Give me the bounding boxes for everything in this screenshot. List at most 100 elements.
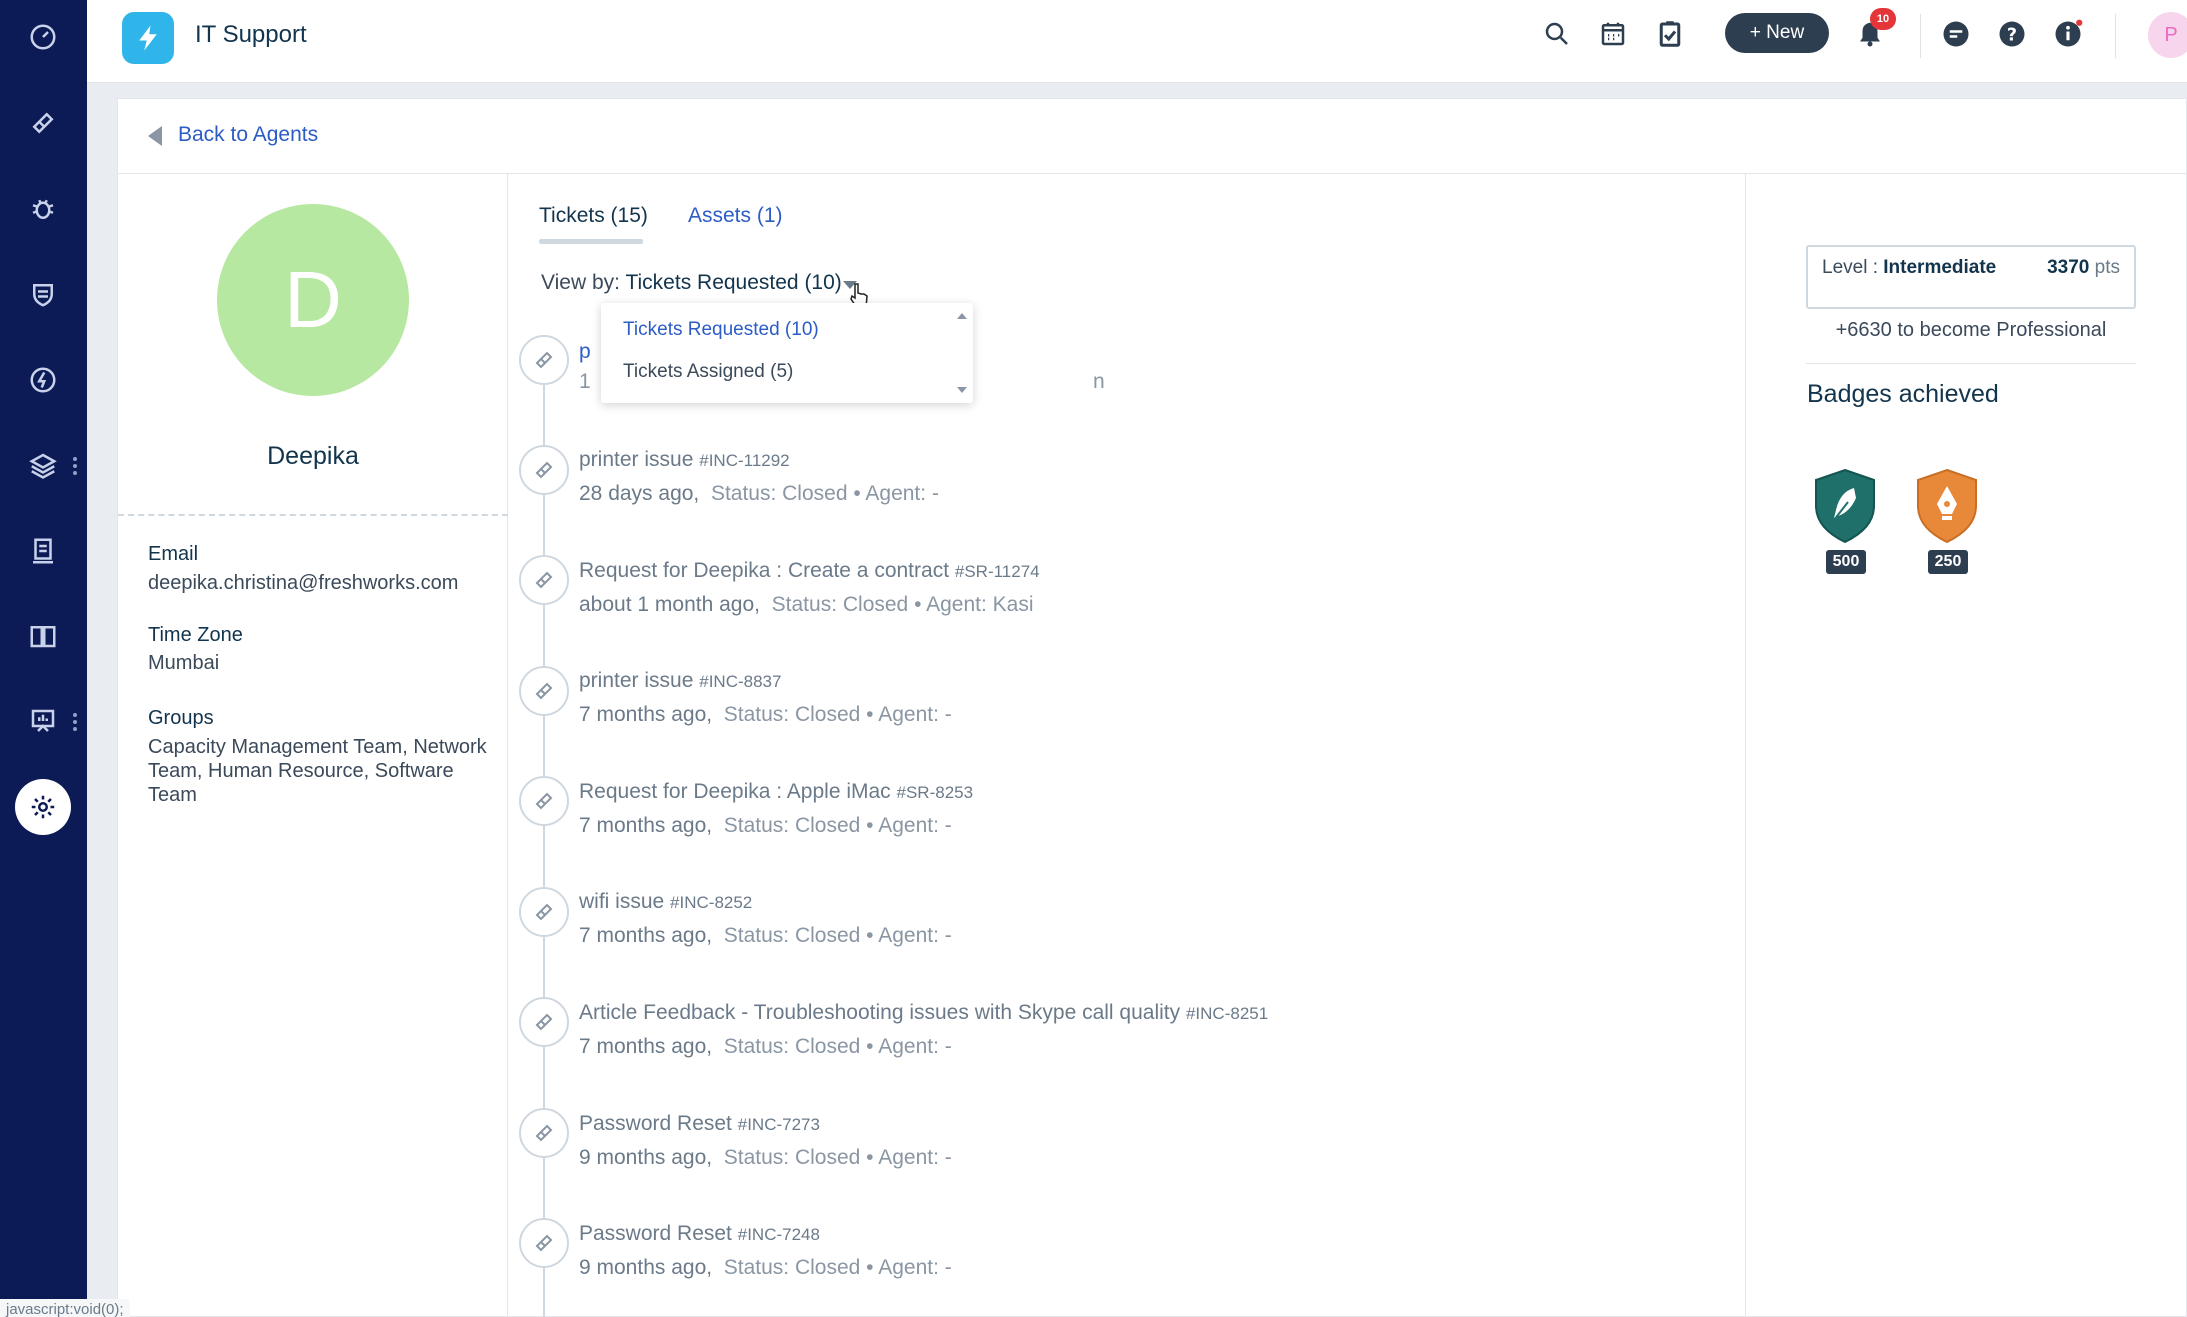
tab-tickets[interactable]: Tickets (15) — [539, 204, 648, 228]
ticket-number: #INC-8252 — [670, 893, 753, 912]
ticket-icon — [519, 555, 569, 605]
ticket-icon — [519, 776, 569, 826]
ticket-title[interactable]: Article Feedback - Troubleshooting issue… — [579, 1001, 1268, 1025]
ticket-title[interactable]: Request for Deepika : Apple iMac #SR-825… — [579, 780, 973, 804]
badge-points: 250 — [1928, 550, 1968, 574]
ticket-subject[interactable]: Article Feedback - Troubleshooting issue… — [579, 1001, 1180, 1024]
tickets-icon[interactable] — [22, 102, 64, 144]
main-panel: Back to Agents D Deepika Email deepika.c… — [117, 98, 2187, 1317]
ticket-title[interactable]: Password Reset #INC-7248 — [579, 1222, 820, 1246]
ticket-status: Status: Closed — [723, 814, 861, 837]
contract-icon[interactable] — [22, 530, 64, 572]
ticket-meta: 9 months ago, Status: Closed • Agent: - — [579, 1146, 952, 1169]
ticket-status: Status: Closed — [723, 1146, 861, 1169]
ticket-agent: Agent: Kasi — [926, 593, 1034, 616]
ticket-number: #INC-8251 — [1185, 1004, 1269, 1023]
new-button[interactable]: + New — [1725, 13, 1829, 53]
browser-status-bar: javascript:void(0); — [0, 1299, 130, 1317]
reports-icon[interactable] — [22, 700, 64, 742]
ticket-meta: about 1 month ago, Status: Closed • Agen… — [579, 593, 1034, 616]
points: 3370 pts — [2047, 257, 2120, 279]
ticket-subject[interactable]: Request for Deepika : Create a contract — [579, 559, 949, 582]
ticket-agent: Agent: - — [878, 1146, 952, 1169]
scroll-down-icon[interactable] — [957, 387, 967, 393]
dashboard-icon[interactable] — [22, 16, 64, 58]
back-row: Back to Agents — [118, 99, 2186, 174]
settings-gear-icon[interactable] — [15, 779, 71, 835]
ticket-subject[interactable]: Request for Deepika : Apple iMac — [579, 780, 891, 803]
ticket-age: 7 months ago, — [579, 703, 713, 726]
viewby-selector[interactable]: View by: Tickets Requested (10) — [541, 271, 842, 295]
ticket-subject[interactable]: printer issue — [579, 448, 693, 471]
ticket-agent: Agent: - — [878, 814, 952, 837]
ticket-title[interactable]: p — [579, 340, 591, 364]
bug-icon[interactable] — [22, 188, 64, 230]
timezone-value: Mumbai — [148, 652, 220, 674]
ticket-agent: Agent: - — [865, 482, 939, 505]
ticket-meta: 7 months ago, Status: Closed • Agent: - — [579, 703, 952, 726]
ticket-agent: Agent: - — [878, 1035, 952, 1058]
points-value: 3370 — [2047, 257, 2090, 278]
chat-icon[interactable] — [1938, 16, 1974, 52]
ticket-status: Status: Closed — [723, 1256, 861, 1279]
reports-more-icon[interactable] — [73, 711, 79, 731]
notification-badge: 10 — [1870, 8, 1896, 30]
back-to-agents-link[interactable]: Back to Agents — [178, 123, 318, 147]
timeline-line — [543, 374, 545, 1317]
changes-icon[interactable] — [22, 359, 64, 401]
ticket-meta: 7 months ago, Status: Closed • Agent: - — [579, 1035, 952, 1058]
viewby-label: View by: — [541, 271, 620, 294]
ticket-age: 9 months ago, — [579, 1256, 713, 1279]
todo-clipboard-icon[interactable] — [1652, 16, 1688, 52]
ticket-agent: Agent: - — [878, 703, 952, 726]
ticket-number: #SR-11274 — [954, 562, 1040, 581]
ticket-number: #SR-8253 — [896, 783, 974, 802]
ticket-title[interactable]: wifi issue #INC-8252 — [579, 890, 752, 914]
active-tab-indicator — [539, 239, 643, 244]
profile-column: D Deepika Email deepika.christina@freshw… — [118, 174, 508, 1317]
ticket-meta: 28 days ago, Status: Closed • Agent: - — [579, 482, 939, 505]
badge-pen[interactable]: 250 — [1912, 466, 1982, 576]
info-icon[interactable] — [2050, 16, 2086, 52]
ticket-subject[interactable]: Password Reset — [579, 1112, 732, 1135]
next-level-text: +6630 to become Professional — [1835, 319, 2107, 341]
divider — [1920, 14, 1921, 58]
ticket-title[interactable]: Password Reset #INC-7273 — [579, 1112, 820, 1136]
layers-icon[interactable] — [22, 444, 64, 486]
ticket-subject[interactable]: wifi issue — [579, 890, 664, 913]
gamification-column: Level : Intermediate 3370 pts +6630 to b… — [1746, 174, 2186, 1317]
left-nav — [0, 0, 87, 1317]
option-tickets-requested[interactable]: Tickets Requested (10) — [623, 319, 819, 341]
help-icon[interactable]: ? — [1994, 16, 2030, 52]
divider — [2115, 14, 2116, 58]
ticket-subject[interactable]: printer issue — [579, 669, 693, 692]
scroll-up-icon[interactable] — [957, 313, 967, 319]
ticket-age: 7 months ago, — [579, 1035, 713, 1058]
user-avatar[interactable]: P — [2148, 12, 2187, 58]
ticket-meta: 9 months ago, Status: Closed • Agent: - — [579, 1256, 952, 1279]
ticket-subject[interactable]: Password Reset — [579, 1222, 732, 1245]
shield-icon[interactable] — [22, 273, 64, 315]
ticket-age: 9 months ago, — [579, 1146, 713, 1169]
app-logo[interactable] — [122, 12, 174, 64]
ticket-icon — [519, 997, 569, 1047]
ticket-number: #INC-7273 — [737, 1115, 820, 1134]
back-arrow-icon[interactable] — [148, 126, 162, 146]
viewby-dropdown-menu: Tickets Requested (10) Tickets Assigned … — [601, 303, 973, 403]
tab-assets[interactable]: Assets (1) — [688, 204, 783, 228]
ticket-title[interactable]: Request for Deepika : Create a contract … — [579, 559, 1040, 583]
ticket-title[interactable]: printer issue #INC-8837 — [579, 669, 781, 693]
ticket-title[interactable]: printer issue #INC-11292 — [579, 448, 790, 472]
timezone-label: Time Zone — [148, 624, 243, 646]
calendar-icon[interactable] — [1595, 16, 1631, 52]
option-tickets-assigned[interactable]: Tickets Assigned (5) — [623, 361, 793, 383]
level-label: Level : Intermediate — [1822, 257, 1996, 279]
ticket-meta: 7 months ago, Status: Closed • Agent: - — [579, 924, 952, 947]
book-icon[interactable] — [22, 615, 64, 657]
search-icon[interactable] — [1539, 16, 1575, 52]
viewby-value[interactable]: Tickets Requested (10) — [625, 271, 841, 294]
layers-more-icon[interactable] — [73, 455, 79, 475]
badge-feather[interactable]: 500 — [1810, 466, 1880, 576]
ticket-agent: n — [1093, 370, 1105, 393]
ticket-icon — [519, 445, 569, 495]
